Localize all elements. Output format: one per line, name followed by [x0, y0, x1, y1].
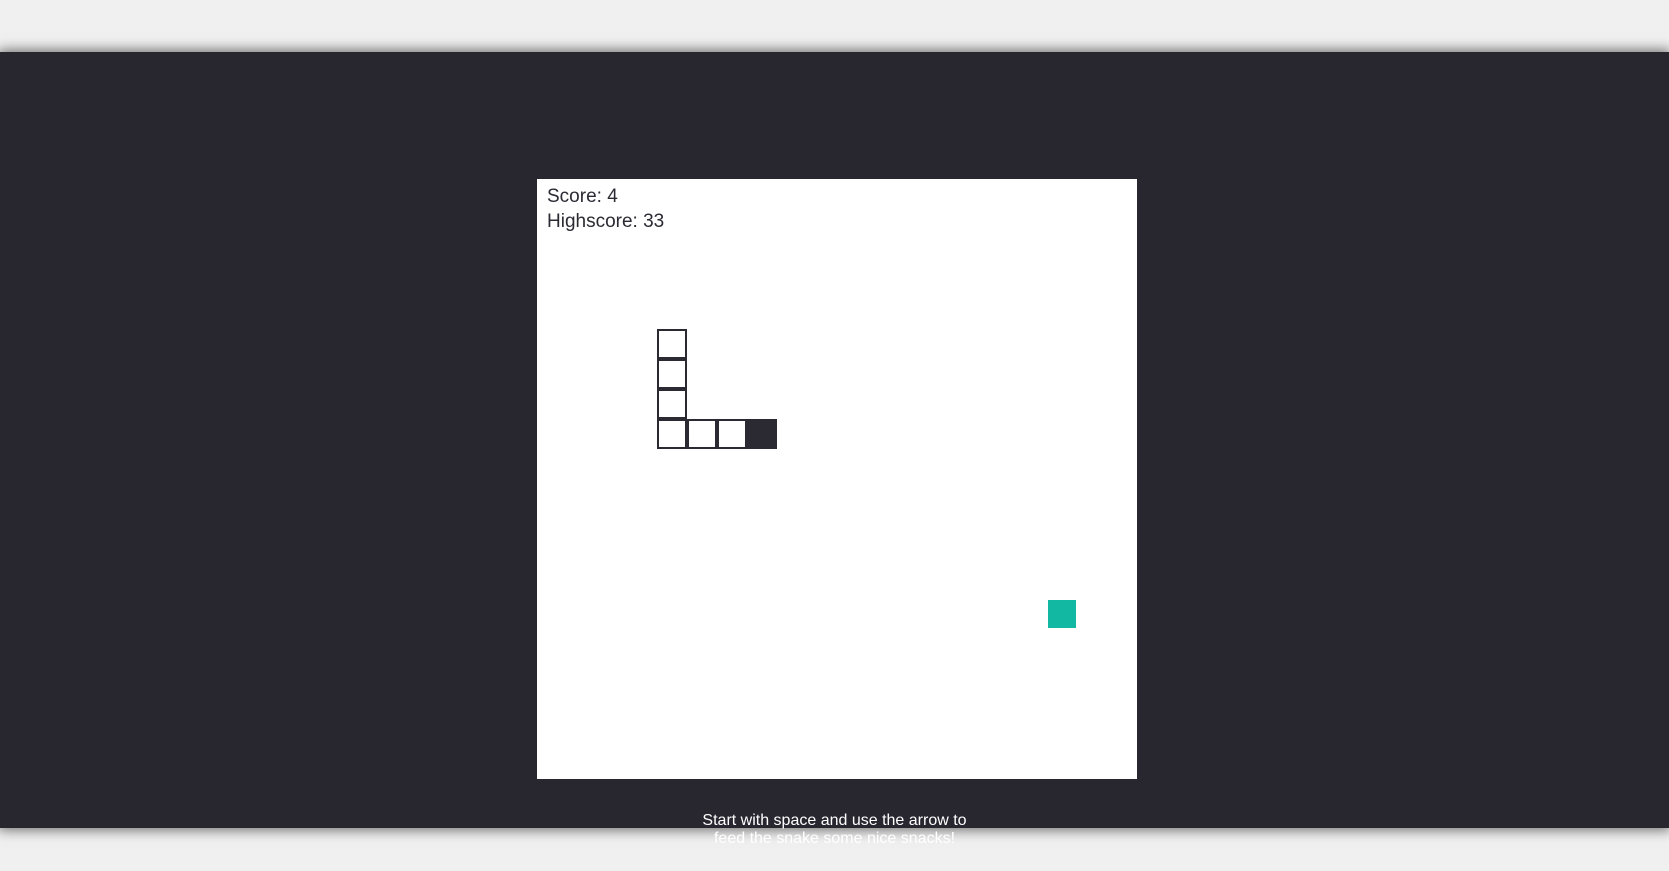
game-page-background: Score: 4 Highscore: 33 Start with space …: [0, 52, 1669, 847]
snake-food: [1047, 599, 1077, 629]
snake-segment: [657, 359, 687, 389]
score-label: Score: 4: [547, 186, 618, 207]
snake-segment: [657, 329, 687, 359]
instructions-text: Start with space and use the arrow to fe…: [0, 812, 1669, 848]
snake-segment: [717, 419, 747, 449]
snake-head: [747, 419, 777, 449]
highscore-label: Highscore: 33: [547, 211, 665, 232]
snake-segment: [657, 419, 687, 449]
snake-segment: [657, 389, 687, 419]
snake-segment: [687, 419, 717, 449]
game-board[interactable]: Score: 4 Highscore: 33: [537, 179, 1137, 779]
instructions-line-1: Start with space and use the arrow to: [702, 812, 967, 829]
instructions-line-2: feed the snake some nice snacks!: [713, 830, 956, 847]
